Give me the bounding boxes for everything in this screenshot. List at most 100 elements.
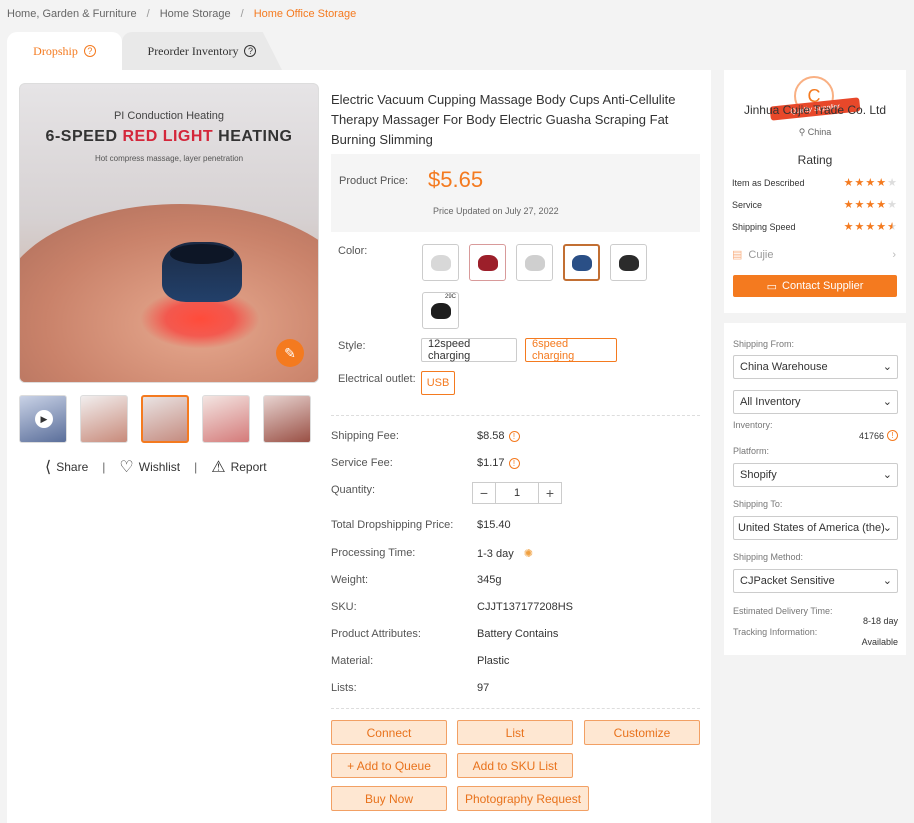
- inventory-filter-select[interactable]: All Inventory ⌄: [733, 390, 898, 414]
- platform-select[interactable]: Shopify ⌄: [733, 463, 898, 487]
- star-rating: ★★★★★: [843, 199, 898, 211]
- thumbnail[interactable]: [202, 395, 250, 443]
- heart-icon: ♡: [119, 459, 134, 476]
- color-swatch-selected[interactable]: [563, 244, 600, 281]
- mode-tabs: Dropship ? Preorder Inventory ?: [7, 32, 282, 70]
- contact-supplier-button[interactable]: ▭ Contact Supplier: [733, 275, 897, 297]
- delivery-time-row: Estimated Delivery Time: 8-18 day: [733, 606, 898, 626]
- breadcrumb-separator: /: [240, 8, 244, 20]
- color-swatch[interactable]: [610, 244, 647, 281]
- row-label: Product Attributes:: [331, 628, 421, 640]
- chat-icon: ▭: [766, 280, 778, 293]
- rating-label: Shipping Speed: [732, 222, 796, 232]
- chevron-down-icon: ⌄: [882, 522, 892, 534]
- thumbnail[interactable]: [80, 395, 128, 443]
- shipping-to-select[interactable]: United States of America (the) ⌄: [733, 516, 898, 540]
- breadcrumb-current[interactable]: Home Office Storage: [254, 8, 357, 20]
- social-actions: ⟨ Share | ♡ Wishlist | ⚠ Report: [45, 457, 267, 477]
- color-swatch[interactable]: [516, 244, 553, 281]
- breadcrumb-item[interactable]: Home, Garden & Furniture: [7, 8, 137, 20]
- swatch-product-image: [618, 254, 639, 271]
- shipping-method-label: Shipping Method:: [733, 552, 804, 562]
- product-title: Electric Vacuum Cupping Massage Body Cup…: [331, 92, 676, 147]
- shipping-method-select[interactable]: CJPacket Sensitive ⌄: [733, 569, 898, 593]
- lightbulb-icon[interactable]: ✺: [524, 547, 533, 560]
- report-button[interactable]: ⚠ Report: [211, 457, 266, 477]
- tab-label: Preorder Inventory: [147, 43, 239, 58]
- add-to-queue-button[interactable]: + Add to Queue: [331, 753, 447, 778]
- product-main-panel: PI Conduction Heating 6-SPEED RED LIGHT …: [7, 70, 711, 823]
- contact-label: Contact Supplier: [782, 280, 864, 292]
- delivery-value: 8-18 day: [862, 616, 898, 626]
- thumbnail-selected[interactable]: [141, 395, 189, 443]
- breadcrumb-item[interactable]: Home Storage: [160, 8, 231, 20]
- select-value: CJPacket Sensitive: [740, 575, 835, 587]
- row-value: 345g: [477, 574, 502, 586]
- tracking-row: Tracking Information: Available: [733, 627, 898, 647]
- rating-row: Item as Described ★★★★★: [732, 177, 898, 189]
- row-label: Shipping Fee:: [331, 430, 399, 442]
- edit-image-icon[interactable]: ✎: [276, 339, 304, 367]
- connect-button[interactable]: Connect: [331, 720, 447, 745]
- info-icon[interactable]: !: [508, 457, 520, 469]
- supplier-store-link[interactable]: ▤ Cujie ›: [732, 248, 898, 262]
- help-icon[interactable]: ?: [83, 45, 96, 57]
- row-value: 97: [477, 682, 490, 694]
- supplier-name[interactable]: Jinhua Cujie Trade Co. Ltd: [724, 103, 906, 117]
- supplier-country: ⚲ China: [798, 127, 832, 137]
- chevron-down-icon: ⌄: [882, 469, 892, 481]
- row-value: 1-3 day ✺: [477, 547, 533, 561]
- chevron-down-icon: ⌄: [882, 361, 892, 373]
- tab-preorder-inventory[interactable]: Preorder Inventory ?: [122, 32, 282, 70]
- inventory-row: Inventory: 41766!: [733, 420, 898, 441]
- color-swatch[interactable]: 29C: [422, 292, 459, 329]
- style-option-selected[interactable]: 6speed charging: [525, 338, 617, 362]
- decrement-button[interactable]: −: [473, 483, 495, 503]
- color-swatch[interactable]: [422, 244, 459, 281]
- increment-button[interactable]: +: [539, 483, 561, 503]
- store-icon: ▤: [732, 249, 743, 261]
- share-button[interactable]: ⟨ Share: [45, 457, 88, 477]
- tab-dropship[interactable]: Dropship ?: [7, 32, 122, 70]
- row-label: Total Dropshipping Price:: [331, 519, 454, 531]
- list-button[interactable]: List: [457, 720, 573, 745]
- customize-button[interactable]: Customize: [584, 720, 700, 745]
- row-label: Lists:: [331, 682, 357, 694]
- star-rating: ★★★★★: [843, 177, 898, 189]
- info-icon[interactable]: !: [887, 430, 898, 441]
- help-icon[interactable]: ?: [244, 45, 257, 57]
- inventory-value: 41766!: [859, 430, 898, 441]
- row-value: Battery Contains: [477, 628, 559, 640]
- chevron-down-icon: ⌄: [882, 575, 892, 587]
- color-swatch[interactable]: [469, 244, 506, 281]
- photography-request-button[interactable]: Photography Request: [457, 786, 589, 811]
- delivery-label: Estimated Delivery Time:: [733, 606, 833, 616]
- image-device-top: [170, 244, 234, 264]
- share-icon: ⟨: [45, 459, 52, 476]
- shipping-to-label: Shipping To:: [733, 499, 783, 509]
- inventory-label: Inventory:: [733, 420, 773, 430]
- rating-label: Item as Described: [732, 178, 805, 188]
- buy-now-button[interactable]: Buy Now: [331, 786, 447, 811]
- chevron-down-icon: ⌄: [882, 396, 892, 408]
- thumbnail-video[interactable]: ▶: [19, 395, 67, 443]
- outlet-option-selected[interactable]: USB: [421, 371, 455, 395]
- divider: [331, 415, 700, 416]
- wishlist-button[interactable]: ♡ Wishlist: [119, 457, 180, 477]
- select-value: Shopify: [740, 469, 777, 481]
- row-value: $1.17!: [477, 457, 520, 469]
- add-to-sku-list-button[interactable]: Add to SKU List: [457, 753, 573, 778]
- quantity-input[interactable]: 1: [495, 483, 539, 503]
- rating-title: Rating: [797, 153, 833, 167]
- play-icon: ▶: [35, 410, 53, 428]
- quantity-stepper[interactable]: − 1 +: [472, 482, 562, 504]
- product-main-image[interactable]: PI Conduction Heating 6-SPEED RED LIGHT …: [19, 83, 319, 383]
- style-option[interactable]: 12speed charging: [421, 338, 517, 362]
- shipping-from-select[interactable]: China Warehouse ⌄: [733, 355, 898, 379]
- info-icon[interactable]: !: [508, 430, 520, 442]
- rating-row: Shipping Speed ★★★★★: [732, 221, 898, 233]
- swatch-product-image: [477, 254, 498, 271]
- thumbnail[interactable]: [263, 395, 311, 443]
- image-subtitle: PI Conduction Heating: [113, 110, 225, 122]
- shipping-from-label: Shipping From:: [733, 339, 795, 349]
